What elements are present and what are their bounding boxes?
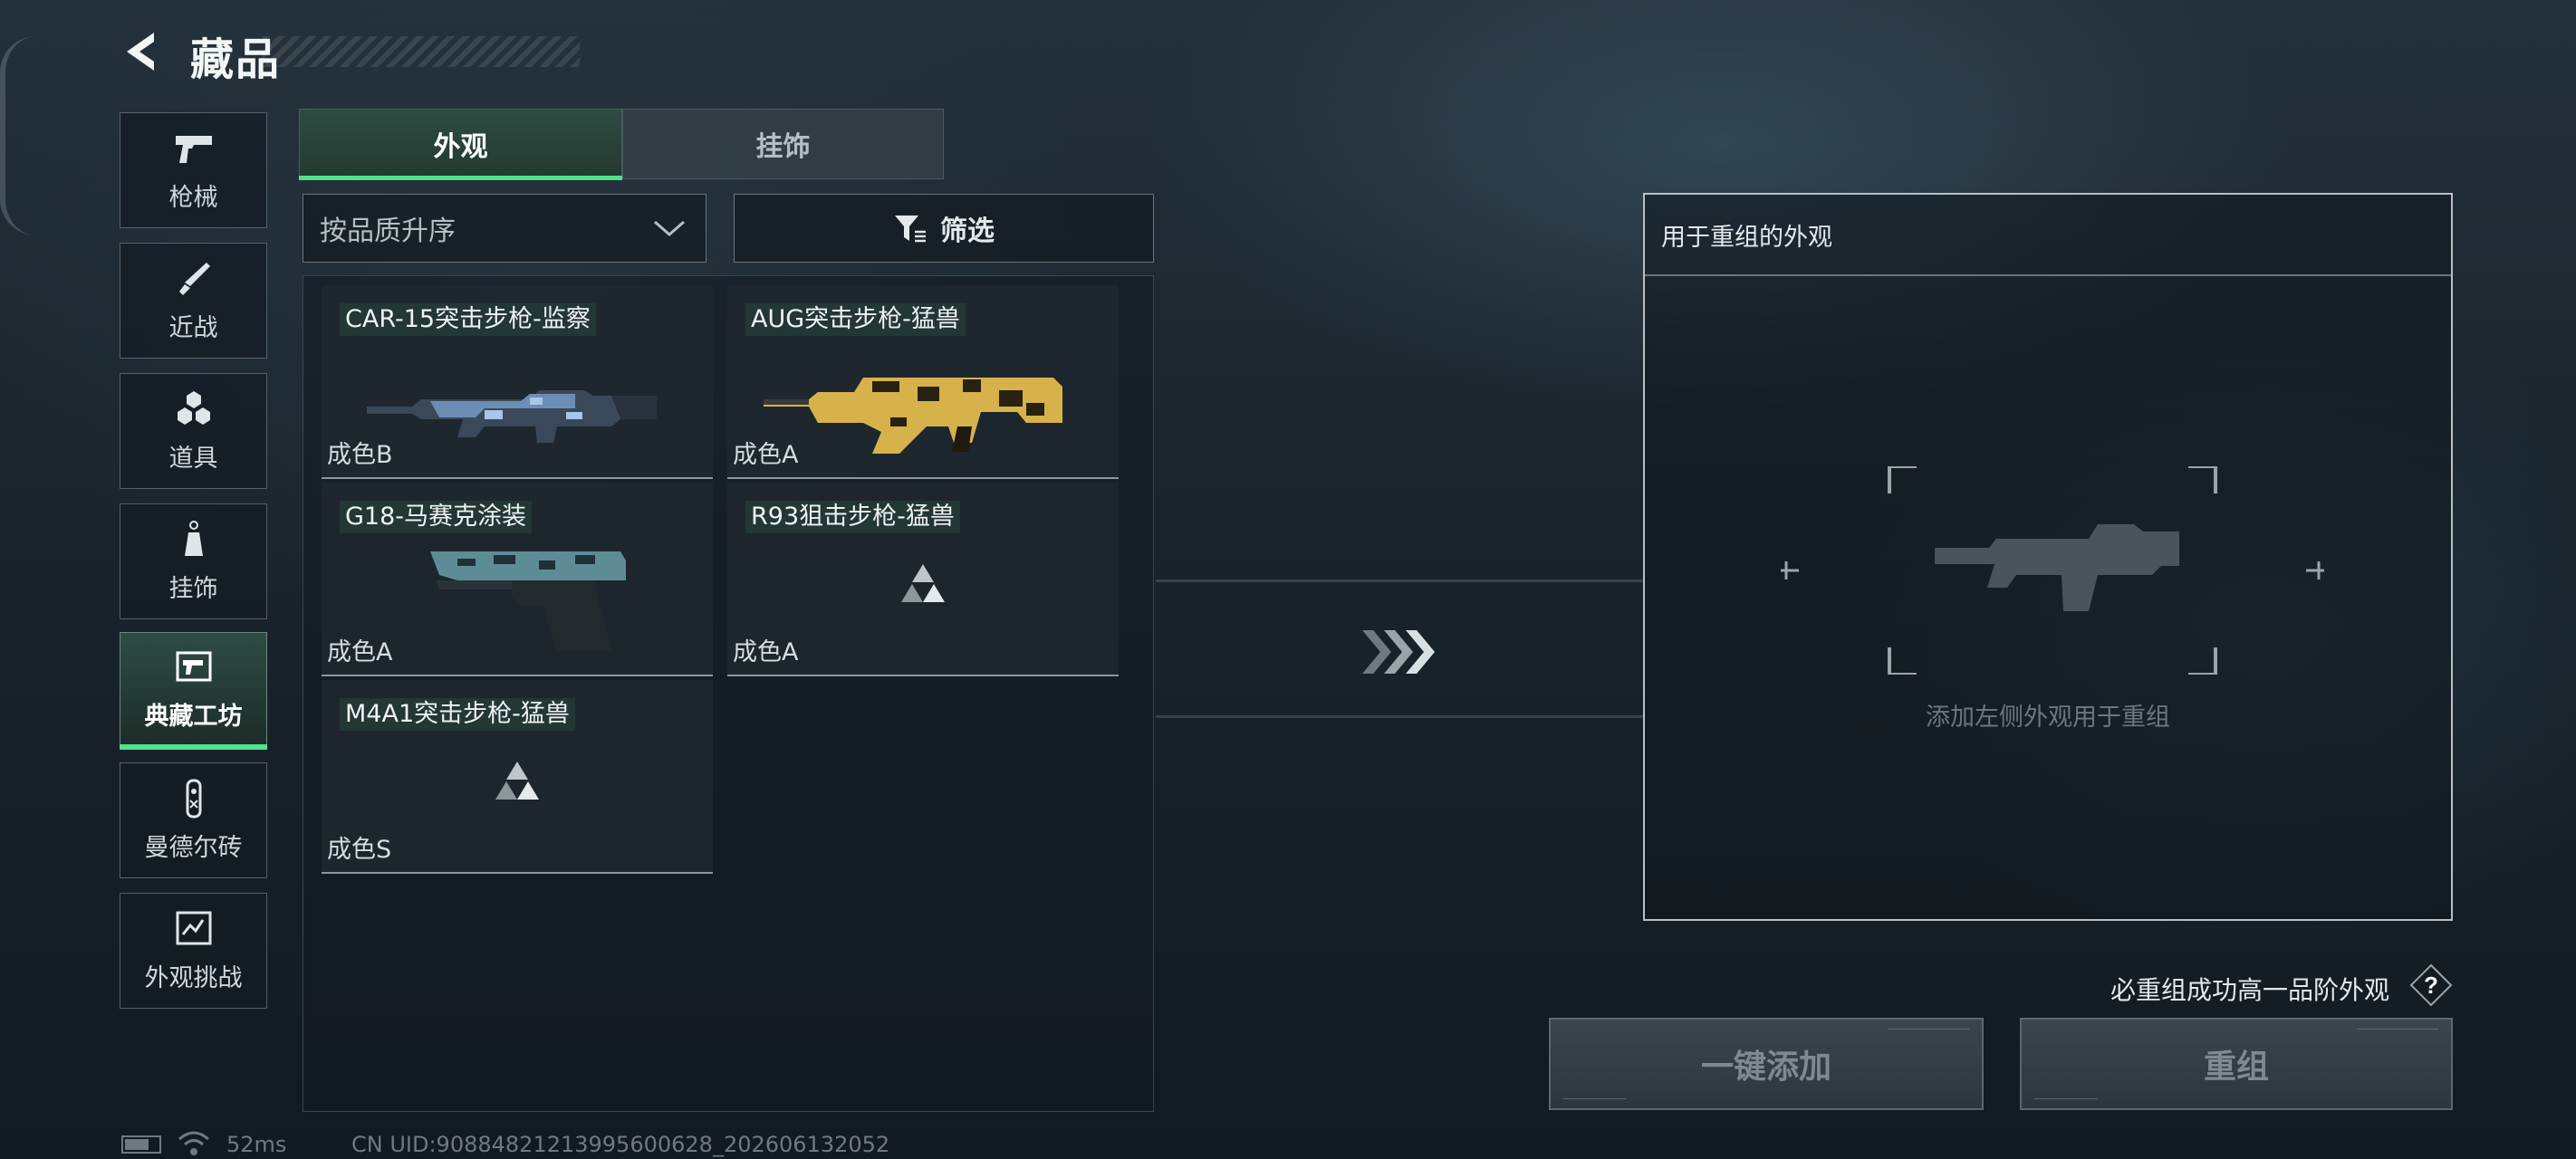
empty-slot-rifle-icon[interactable]: [1781, 466, 2324, 675]
sort-dropdown[interactable]: 按品质升序: [303, 194, 706, 263]
connector-line: [1156, 715, 1643, 718]
pistol-skin-image: [430, 551, 626, 651]
sidebar-item-label: 挂饰: [168, 574, 218, 603]
add-all-label: 一键添加: [1700, 1049, 1831, 1086]
sidebar-item-workshop[interactable]: 典藏工坊: [120, 632, 267, 746]
skin-card[interactable]: CAR-15突击步枪-监察 成色B: [322, 285, 713, 479]
page-title: 藏品: [190, 34, 282, 85]
button-decoration: [2034, 1090, 2098, 1099]
skin-name: M4A1突击步枪-猛兽: [340, 698, 575, 731]
sidebar-item-charms[interactable]: 挂饰: [120, 503, 267, 619]
pistol-icon: [175, 135, 212, 163]
screen-edge-decoration: [0, 36, 36, 235]
guarantee-text: 必重组成功高一品阶外观: [2110, 975, 2390, 1005]
sidebar-item-mandel-brick[interactable]: 曼德尔砖: [120, 762, 267, 878]
charm-icon: [184, 520, 203, 556]
skin-quality: 成色A: [733, 441, 799, 469]
sidebar-item-label: 外观挑战: [144, 963, 243, 992]
mandel-brick-icon: [186, 779, 201, 818]
skin-name: R93狙击步枪-猛兽: [745, 501, 960, 533]
connector-line: [1156, 580, 1643, 582]
recombine-hint: 添加左侧外观用于重组: [1926, 704, 2170, 732]
battery-icon: [121, 1135, 161, 1154]
chevrons-right-icon: [1362, 630, 1435, 674]
sidebar-item-guns[interactable]: 枪械: [120, 112, 267, 228]
back-arrow-icon[interactable]: [118, 27, 167, 76]
sort-selected-value: 按品质升序: [320, 216, 456, 247]
wifi-icon: [178, 1131, 209, 1155]
filter-button[interactable]: 筛选: [734, 194, 1154, 263]
sidebar-item-skin-challenge[interactable]: 外观挑战: [120, 893, 267, 1009]
sidebar-item-melee[interactable]: 近战: [120, 243, 267, 359]
skin-quality: 成色A: [733, 638, 799, 666]
grenades-icon: [177, 390, 210, 425]
chevron-down-icon: [654, 220, 685, 236]
skin-card[interactable]: R93狙击步枪-猛兽 成色A: [727, 483, 1119, 676]
ping-text: 52ms: [226, 1132, 287, 1157]
title-stripes: [263, 36, 580, 67]
placeholder-logo-icon: [901, 564, 945, 602]
skin-card[interactable]: G18-马赛克涂装 成色A: [322, 483, 713, 676]
button-decoration: [2357, 1029, 2438, 1043]
skin-quality: 成色S: [327, 836, 392, 864]
tab-active-indicator: [299, 176, 622, 180]
sidebar-item-label: 近战: [168, 313, 218, 342]
recombine-panel: 用于重组的外观 添加左侧外观用于重组: [1643, 193, 2453, 921]
skin-grid: CAR-15突击步枪-监察 成色B AUG突击步枪-猛兽 成色A G18-马赛克…: [303, 275, 1154, 1112]
aug-skin-image: [764, 378, 1062, 454]
sidebar-item-label: 曼德尔砖: [144, 833, 243, 862]
skin-name: CAR-15突击步枪-监察: [340, 303, 596, 336]
knife-icon: [178, 262, 210, 295]
skin-card[interactable]: M4A1突击步枪-猛兽 成色S: [322, 680, 713, 874]
sidebar-item-label: 枪械: [168, 183, 218, 212]
skin-quality: 成色A: [327, 638, 393, 666]
placeholder-logo-icon: [495, 761, 539, 800]
skin-quality: 成色B: [327, 441, 393, 469]
sidebar-item-label: 道具: [168, 444, 218, 473]
rifle-skin-image: [367, 390, 657, 443]
challenge-icon: [176, 911, 211, 944]
skin-card[interactable]: AUG突击步枪-猛兽 成色A: [727, 285, 1119, 479]
tab-appearance[interactable]: 外观: [299, 109, 622, 179]
workshop-icon: [176, 651, 211, 681]
skin-name: AUG突击步枪-猛兽: [745, 303, 966, 336]
recombine-button[interactable]: 重组: [2020, 1018, 2453, 1110]
filter-icon: [895, 216, 926, 243]
sidebar-item-items[interactable]: 道具: [120, 373, 267, 489]
help-icon[interactable]: ?: [2409, 963, 2453, 1007]
filter-label: 筛选: [940, 216, 995, 247]
recombine-label: 重组: [2203, 1049, 2269, 1086]
button-decoration: [1563, 1090, 1627, 1099]
add-all-button[interactable]: 一键添加: [1549, 1018, 1984, 1110]
button-decoration: [1888, 1029, 1969, 1043]
sidebar-active-indicator: [120, 744, 267, 750]
uid-text: CN UID:90884821213995600628_202606132052: [351, 1132, 890, 1157]
skin-name: G18-马赛克涂装: [340, 501, 533, 533]
recombine-title: 用于重组的外观: [1645, 195, 2451, 276]
tab-charms[interactable]: 挂饰: [622, 109, 944, 179]
svg-text:?: ?: [2424, 972, 2438, 999]
sidebar-item-label: 典藏工坊: [144, 702, 243, 731]
